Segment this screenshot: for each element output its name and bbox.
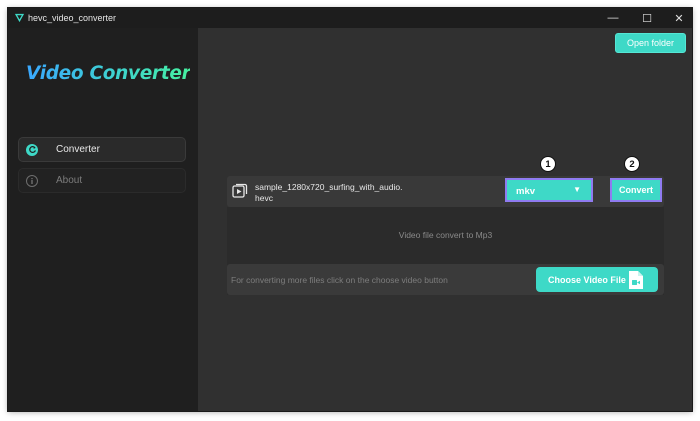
- info-text: Video file convert to Mp3: [398, 230, 493, 240]
- file-row: sample_1280x720_surfing_with_audio. hevc: [227, 176, 664, 207]
- format-select-value: mkv: [516, 186, 536, 197]
- title-bar: hevc_video_converter — ☐ ✕: [8, 8, 692, 28]
- window-title: hevc_video_converter: [28, 13, 117, 23]
- sidebar-item-converter[interactable]: Converter: [18, 137, 186, 162]
- app-logo-icon: [14, 13, 25, 23]
- minimize-button[interactable]: —: [596, 8, 630, 28]
- convert-button[interactable]: Convert: [610, 178, 662, 202]
- maximize-button[interactable]: ☐: [630, 8, 664, 28]
- info-icon: [26, 174, 38, 187]
- sidebar-item-label: Converter: [56, 144, 100, 155]
- format-select[interactable]: mkv ▼: [505, 178, 593, 202]
- close-button[interactable]: ✕: [662, 8, 696, 28]
- step-badge-1: 1: [540, 156, 556, 172]
- app-logo-text: Video Converter: [26, 63, 191, 84]
- file-name-line: sample_1280x720_surfing_with_audio.: [255, 182, 403, 192]
- video-file-icon: [629, 271, 643, 289]
- sidebar-item-label: About: [56, 175, 83, 186]
- app-window: hevc_video_converter — ☐ ✕ Video Convert…: [8, 8, 692, 411]
- choose-video-file-button[interactable]: Choose Video File: [536, 267, 658, 292]
- hint-text: For converting more files click on the c…: [231, 275, 448, 285]
- chevron-down-icon: ▼: [573, 185, 581, 194]
- video-playlist-icon: [232, 183, 248, 198]
- sidebar: Video Converter Converter About: [8, 28, 198, 411]
- sidebar-item-about[interactable]: About: [18, 168, 186, 193]
- refresh-icon: [26, 143, 38, 156]
- file-name: sample_1280x720_surfing_with_audio. hevc: [255, 182, 425, 204]
- step-badge-2: 2: [624, 156, 640, 172]
- file-name-line: hevc: [255, 193, 273, 203]
- open-folder-button[interactable]: Open folder: [615, 33, 686, 53]
- choose-video-label: Choose Video File: [548, 275, 626, 285]
